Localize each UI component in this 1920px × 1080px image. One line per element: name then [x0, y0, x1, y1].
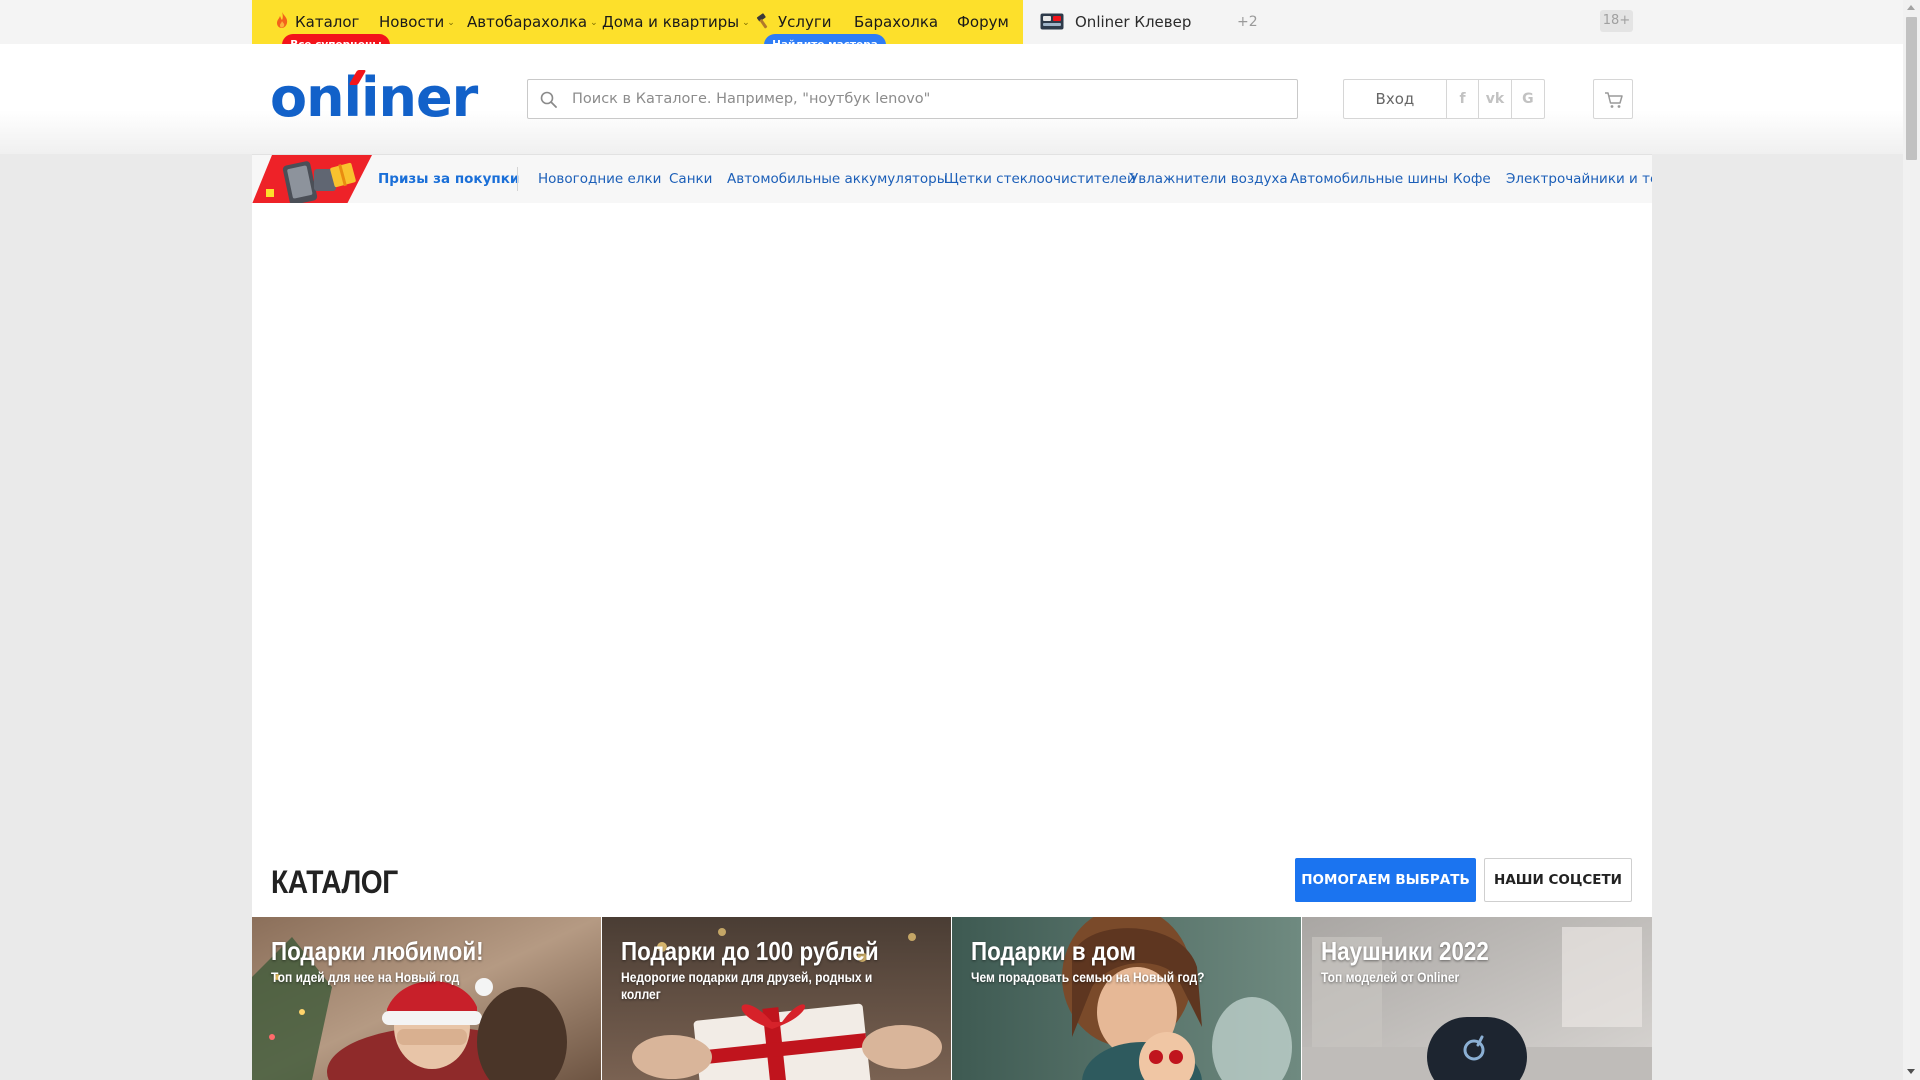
- page-scrollbar[interactable]: [1903, 0, 1920, 1080]
- catalog-tile-headphones-2022[interactable]: Наушники 2022 Топ моделей от Onliner: [1302, 917, 1652, 1080]
- more-services-count[interactable]: +2: [1237, 12, 1258, 32]
- quick-link-sleds[interactable]: Санки: [669, 169, 712, 189]
- tile-title: Подарки любимой!: [271, 936, 484, 966]
- prizes-banner-image[interactable]: [252, 155, 372, 203]
- scroll-down-arrow-icon[interactable]: [1907, 1069, 1915, 1074]
- help-choose-button[interactable]: ПОМОГАЕМ ВЫБРАТЬ: [1295, 858, 1476, 902]
- quick-link-christmas-trees[interactable]: Новогодние елки: [538, 169, 661, 189]
- tile-title: Подарки до 100 рублей: [621, 936, 879, 966]
- vk-login-button[interactable]: vk: [1479, 80, 1512, 118]
- onliner-logo[interactable]: onliner: [270, 68, 478, 128]
- topnav-realty[interactable]: Дома и квартиры ⌄: [602, 11, 750, 33]
- hammer-icon: [756, 13, 768, 29]
- our-socials-button[interactable]: НАШИ СОЦСЕТИ: [1484, 858, 1632, 902]
- topnav-services[interactable]: Услуги: [778, 11, 831, 33]
- login-button[interactable]: Вход: [1344, 80, 1447, 118]
- age-limit-badge: 18+: [1600, 10, 1633, 32]
- catalog-search-box[interactable]: [527, 79, 1298, 119]
- quick-link-coffee[interactable]: Кофе: [1453, 169, 1491, 189]
- topnav-news[interactable]: Новости ⌄: [379, 11, 455, 33]
- tile-subtitle: Чем порадовать семью на Новый год?: [971, 969, 1205, 985]
- topnav-baraholka[interactable]: Барахолка: [854, 11, 938, 33]
- category-quick-links: Призы за покупки Новогодние елки Санки А…: [252, 154, 1652, 203]
- tile-subtitle: Топ моделей от Onliner: [1321, 969, 1460, 985]
- cart-button[interactable]: [1593, 79, 1633, 119]
- tile-subtitle: Топ идей для нее на Новый год: [271, 969, 460, 985]
- search-icon: [540, 91, 557, 108]
- onliner-clever-link[interactable]: Onliner Клевер: [1075, 11, 1191, 33]
- topnav-auto[interactable]: Автобарахолка ⌄: [467, 11, 598, 33]
- catalog-tile-gifts-under-100[interactable]: Подарки до 100 рублей Недорогие подарки …: [602, 917, 951, 1080]
- quick-link-wipers[interactable]: Щетки стеклоочистителей: [944, 169, 1136, 189]
- facebook-login-button[interactable]: f: [1447, 80, 1480, 118]
- scroll-thumb[interactable]: [1906, 17, 1917, 160]
- quick-link-humidifiers[interactable]: Увлажнители воздуха: [1130, 169, 1288, 189]
- catalog-section-title: КАТАЛОГ: [271, 864, 398, 900]
- quick-link-kettles[interactable]: Электрочайники и те: [1506, 169, 1652, 189]
- tile-title: Подарки в дом: [971, 936, 1136, 966]
- chevron-down-icon: ⌄: [447, 18, 455, 28]
- cart-icon: [1605, 92, 1623, 108]
- quick-link-car-tires[interactable]: Автомобильные шины: [1290, 169, 1448, 189]
- facebook-icon: f: [1459, 91, 1466, 107]
- prizes-for-purchases-link[interactable]: Призы за покупки: [378, 169, 519, 189]
- catalog-tile-gifts-for-home[interactable]: Подарки в дом Чем порадовать семью на Но…: [952, 917, 1301, 1080]
- catalog-tile-gifts-for-her[interactable]: Подарки любимой! Топ идей для нее на Нов…: [252, 917, 601, 1080]
- fire-icon: [277, 12, 288, 28]
- search-input[interactable]: [572, 80, 1282, 118]
- google-icon: G: [1522, 91, 1534, 107]
- chevron-down-icon: ⌄: [742, 18, 750, 28]
- quick-link-car-batteries[interactable]: Автомобильные аккумуляторы: [727, 169, 947, 189]
- chevron-down-icon: ⌄: [590, 18, 598, 28]
- tile-title: Наушники 2022: [1321, 936, 1489, 966]
- auth-group: Вход f vk G: [1343, 79, 1545, 119]
- google-login-button[interactable]: G: [1512, 80, 1544, 118]
- scroll-up-arrow-icon[interactable]: [1907, 5, 1915, 10]
- topnav-forum[interactable]: Форум: [957, 11, 1009, 33]
- topnav-catalog[interactable]: Каталог: [295, 11, 359, 33]
- vk-icon: vk: [1485, 91, 1505, 107]
- tile-subtitle: Недорогие подарки для друзей, родных и к…: [621, 969, 873, 1002]
- clever-card-icon: [1040, 13, 1064, 30]
- strip-divider: [517, 167, 518, 191]
